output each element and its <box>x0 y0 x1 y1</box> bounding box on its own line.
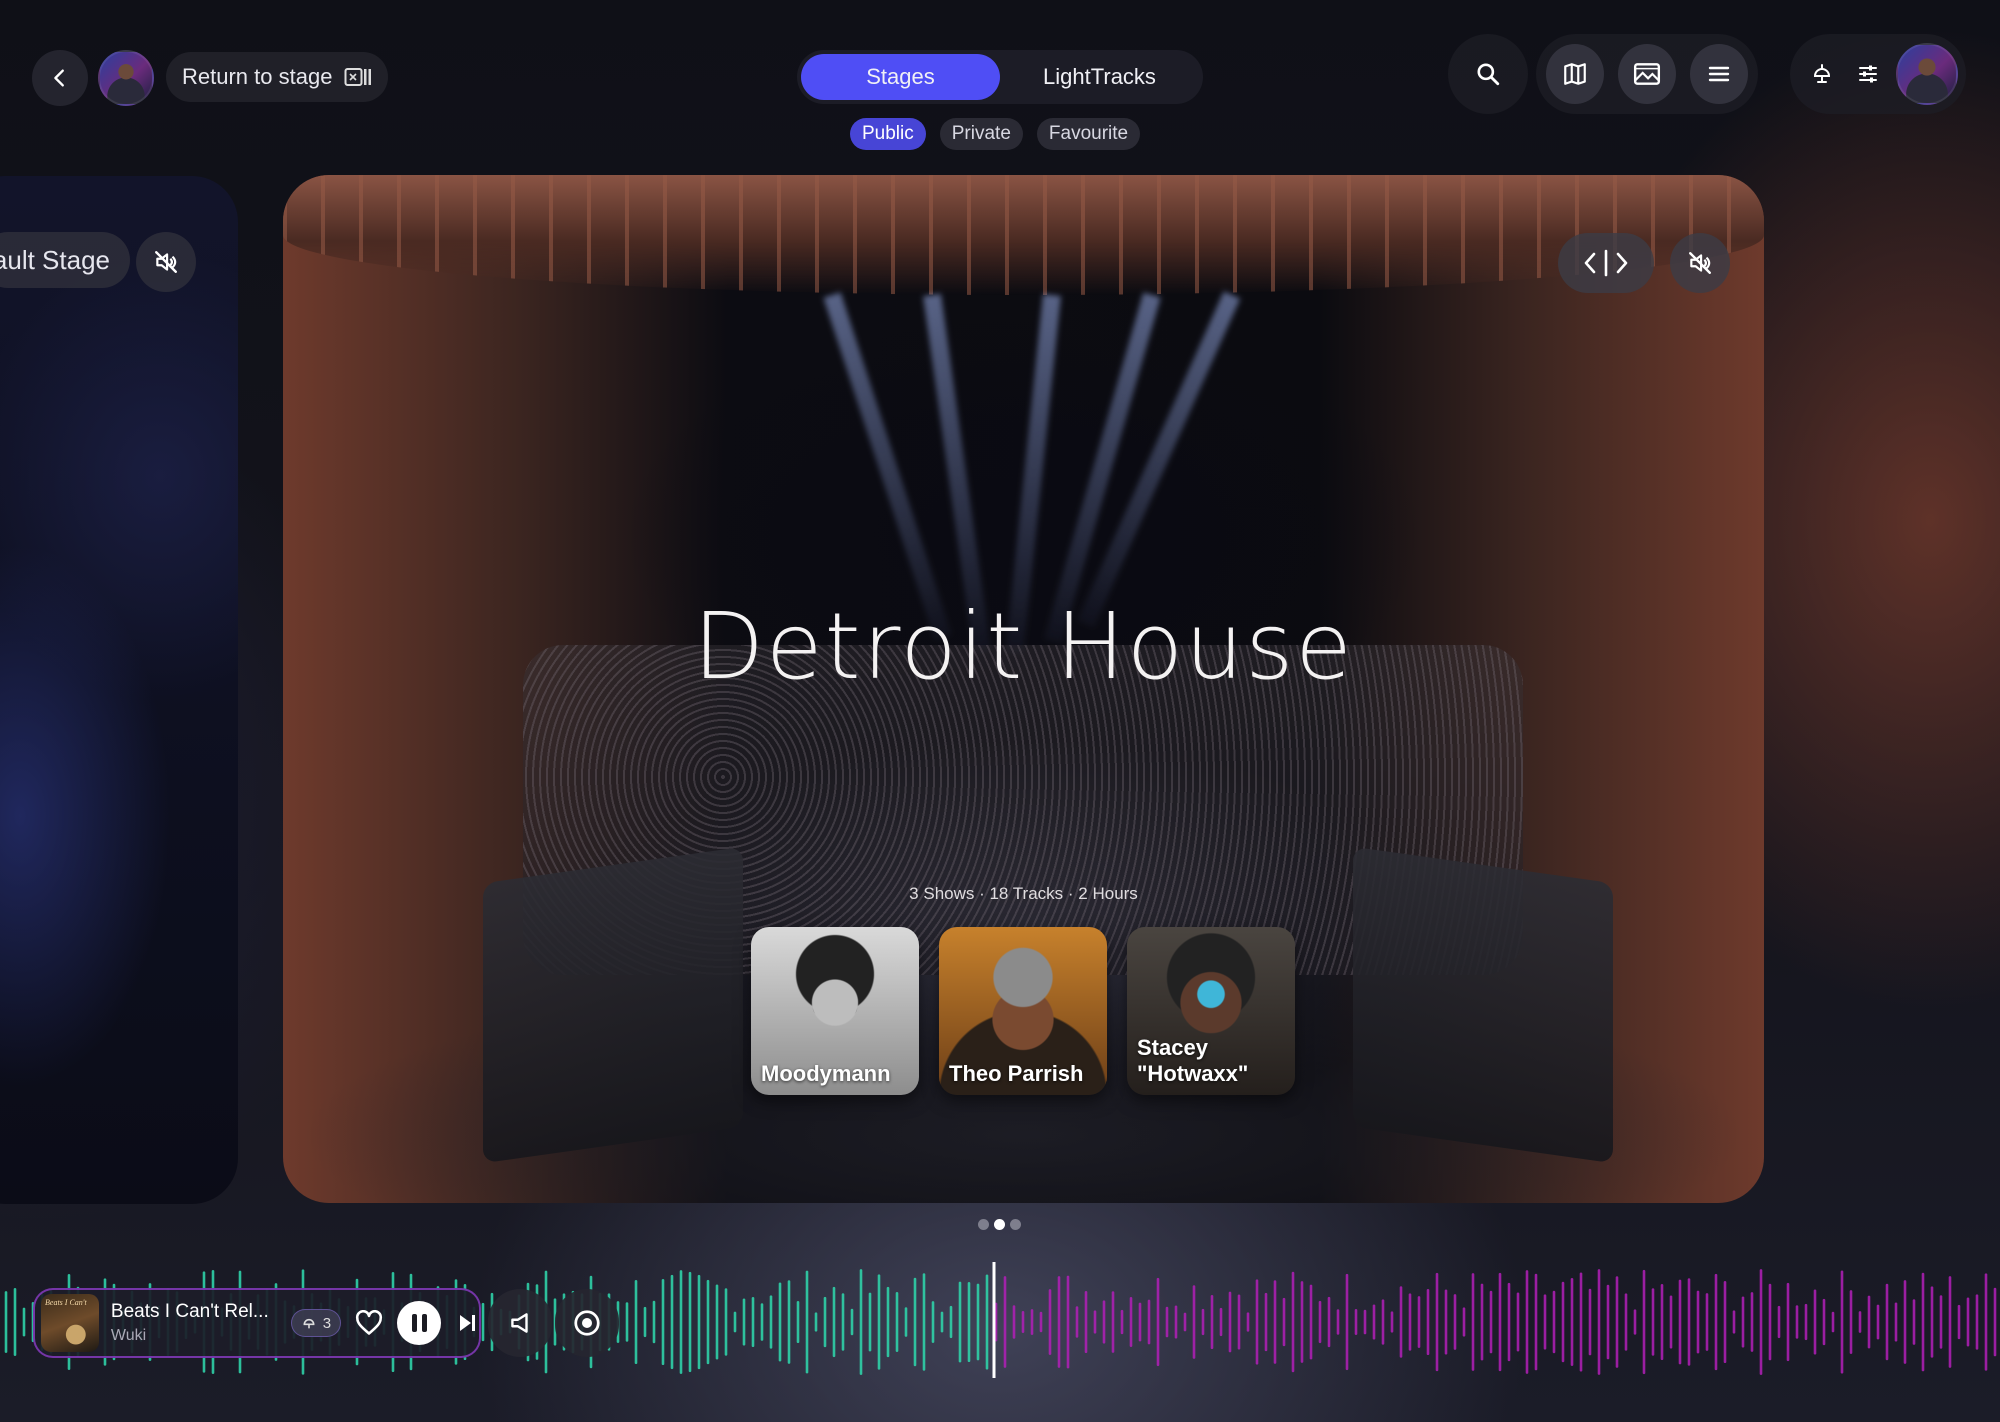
like-button[interactable] <box>355 1310 383 1336</box>
compare-button[interactable] <box>1558 233 1654 293</box>
previous-stage-label[interactable]: ault Stage <box>0 232 130 288</box>
return-to-stage-label: Return to stage <box>182 64 333 89</box>
lamp-icon <box>1813 64 1831 83</box>
artist-list: Moodymann Theo Parrish Stacey "Hotwaxx" <box>751 927 1295 1095</box>
pause-icon <box>421 1314 427 1332</box>
stage-card[interactable]: Detroit House 3 Shows · 18 Tracks · 2 Ho… <box>283 175 1764 1203</box>
return-to-stage-button[interactable]: Return to stage <box>166 52 388 102</box>
next-track-button[interactable] <box>455 1311 479 1335</box>
skip-next-icon <box>459 1315 475 1331</box>
previous-stage-mute-button[interactable] <box>136 232 196 292</box>
filter-favourite[interactable]: Favourite <box>1036 118 1141 150</box>
stage-avatar[interactable] <box>98 50 154 106</box>
boost-count-badge[interactable]: 3 <box>290 1309 342 1337</box>
main-nav-tabs: Stages LightTracks <box>797 50 1203 104</box>
boost-count: 3 <box>322 1314 332 1332</box>
stage-truss <box>283 175 1764 295</box>
settings-button[interactable] <box>1850 56 1886 92</box>
artist-card[interactable]: Theo Parrish <box>939 927 1107 1095</box>
gallery-icon <box>1633 63 1661 85</box>
map-icon <box>1564 63 1586 85</box>
stage-filters: Public Private Favourite <box>850 118 1141 150</box>
back-button[interactable] <box>32 50 88 106</box>
track-title: Beats I Can't Rel... <box>110 1301 269 1322</box>
track-info: Beats I Can't Rel... Wuki <box>111 1301 281 1345</box>
chevron-left-icon <box>54 69 64 87</box>
map-button[interactable] <box>1546 44 1604 104</box>
search-group <box>1448 34 1528 114</box>
filter-public[interactable]: Public <box>850 118 926 150</box>
artist-name: Theo Parrish <box>949 1061 1084 1086</box>
carousel-pagination <box>978 1219 1021 1230</box>
now-playing-bar: Beats I Can't Beats I Can't Rel... Wuki … <box>33 1288 481 1358</box>
speaker-icon <box>511 1313 528 1333</box>
track-artist: Wuki <box>110 1327 147 1344</box>
volume-button[interactable] <box>488 1289 552 1357</box>
pagination-dot[interactable] <box>1010 1219 1021 1230</box>
album-art[interactable]: Beats I Can't <box>41 1294 99 1352</box>
artist-card[interactable]: Moodymann <box>751 927 919 1095</box>
search-button[interactable] <box>1458 44 1518 104</box>
stage-meta: 3 Shows · 18 Tracks · 2 Hours <box>909 884 1138 903</box>
artist-card[interactable]: Stacey "Hotwaxx" <box>1127 927 1295 1095</box>
stage-mute-button[interactable] <box>1670 233 1730 293</box>
stage-title: Detroit House <box>693 593 1354 700</box>
lamp-button[interactable] <box>1804 56 1840 92</box>
pagination-dot[interactable] <box>978 1219 989 1230</box>
menu-button[interactable] <box>1690 44 1748 104</box>
album-art-text: Beats I Can't <box>45 1298 87 1307</box>
pagination-dot-active[interactable] <box>994 1219 1005 1230</box>
tab-stages[interactable]: Stages <box>801 54 1000 100</box>
muted-speaker-icon <box>1689 252 1711 274</box>
sliders-icon <box>1859 65 1877 83</box>
user-controls <box>1790 34 1966 114</box>
pause-icon <box>411 1314 417 1332</box>
previous-stage-card[interactable] <box>0 176 238 1204</box>
artist-name: Moodymann <box>761 1061 891 1086</box>
screen-icon <box>344 68 372 86</box>
filter-private[interactable]: Private <box>939 118 1023 150</box>
view-controls <box>1536 34 1758 114</box>
target-icon <box>574 1310 600 1336</box>
lamp-icon <box>303 1318 315 1329</box>
pause-button[interactable] <box>397 1301 441 1345</box>
muted-speaker-icon <box>155 251 177 273</box>
artist-name: Stacey "Hotwaxx" <box>1137 1035 1249 1086</box>
user-avatar[interactable] <box>1896 43 1958 105</box>
menu-icon <box>1708 66 1730 82</box>
compare-arrows-icon <box>1584 249 1628 277</box>
gallery-button[interactable] <box>1618 44 1676 104</box>
search-icon <box>1477 63 1500 86</box>
tab-lighttracks[interactable]: LightTracks <box>1000 54 1199 100</box>
heart-icon <box>356 1310 383 1335</box>
record-button[interactable] <box>555 1289 619 1357</box>
